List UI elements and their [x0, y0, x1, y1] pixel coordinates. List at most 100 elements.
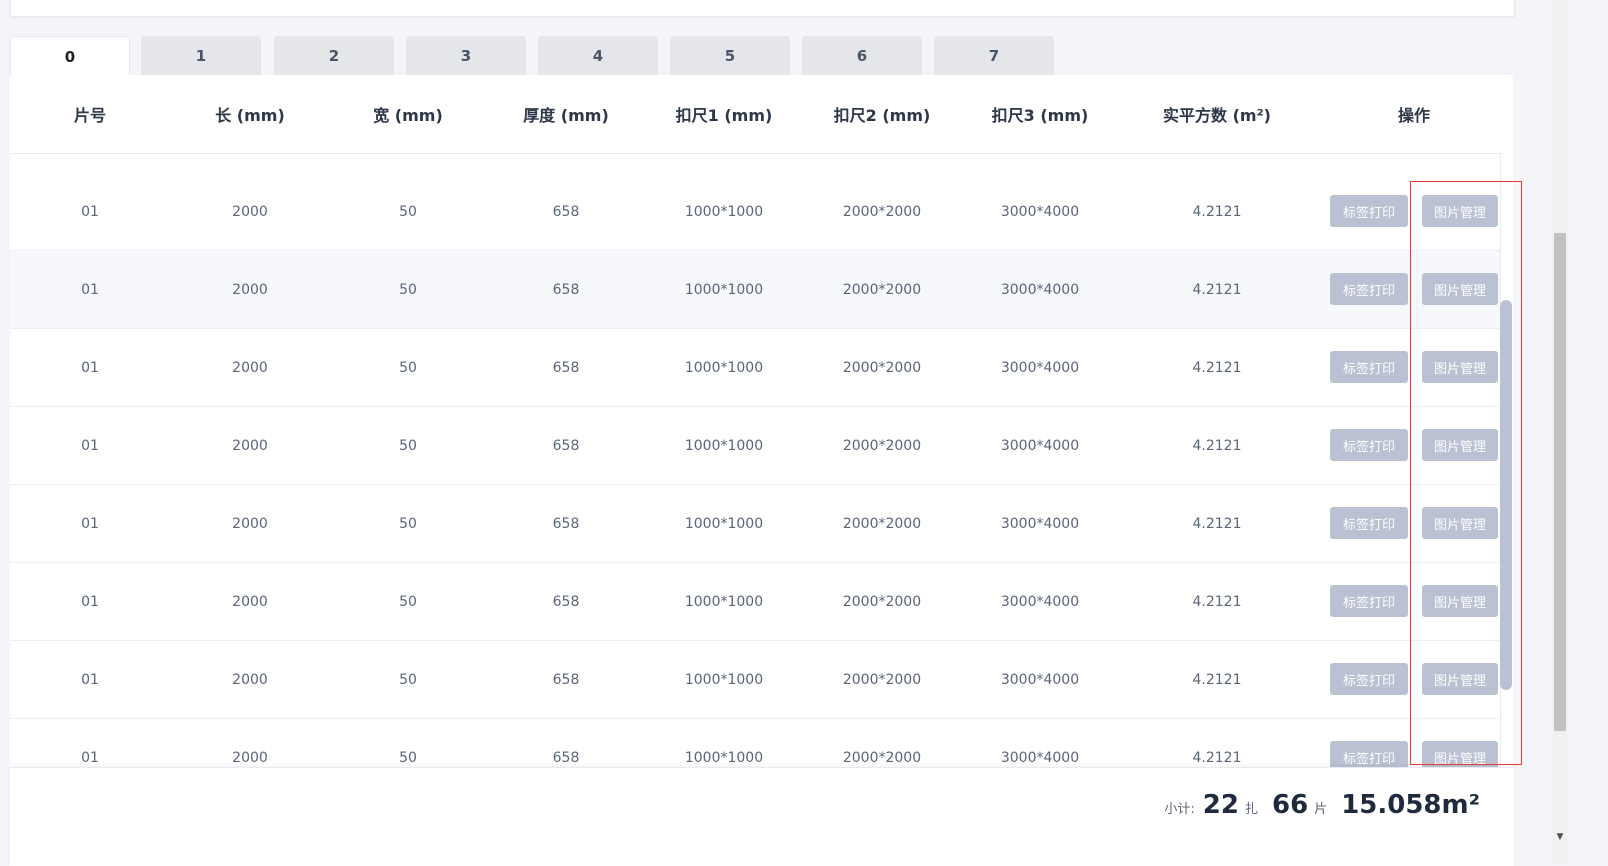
- table-header: 片号 长 (mm) 宽 (mm) 厚度 (mm) 扣尺1 (mm) 扣尺2 (mm) 扣尺3…: [10, 75, 1513, 154]
- data-table: 片号 长 (mm) 宽 (mm) 厚度 (mm) 扣尺1 (mm) 扣尺2 (mm) 扣尺3…: [10, 75, 1513, 767]
- cell-no: 01: [81, 437, 99, 454]
- image-manage-button[interactable]: 图片管理: [1422, 741, 1498, 767]
- tab-3[interactable]: 3: [406, 36, 526, 75]
- cell-cut3: 3000*4000: [1000, 515, 1080, 532]
- cell-width: 50: [399, 593, 417, 610]
- column-header: 实平方数 (m²): [1163, 106, 1271, 125]
- cell-cut1: 1000*1000: [684, 437, 764, 454]
- cell-cut2: 2000*2000: [842, 671, 922, 688]
- summary: 小计: 22 扎 66 片 15.058m²: [1164, 790, 1480, 820]
- label-print-button[interactable]: 标签打印: [1330, 741, 1408, 767]
- cell-cut3: 3000*4000: [1000, 437, 1080, 454]
- cell-thickness: 658: [552, 671, 580, 688]
- cell-thickness: 658: [552, 203, 580, 220]
- total-area: 15.058m²: [1341, 790, 1480, 820]
- image-manage-button[interactable]: 图片管理: [1422, 585, 1498, 617]
- cell-cut3: 3000*4000: [1000, 359, 1080, 376]
- image-manage-button[interactable]: 图片管理: [1422, 507, 1498, 539]
- cell-cut2: 2000*2000: [842, 281, 922, 298]
- cell-no: 01: [81, 515, 99, 532]
- table-row: 01 2000 50 658 1000*1000 2000*2000 3000*4000 4.…: [10, 251, 1500, 329]
- column-header: 长 (mm): [215, 106, 285, 125]
- cell-no: 01: [81, 281, 99, 298]
- table-row: 01 2000 50 658 1000*1000 2000*2000 3000*4000 4.…: [10, 485, 1500, 563]
- cell-area: 4.2121: [1192, 359, 1242, 376]
- image-manage-button[interactable]: 图片管理: [1422, 195, 1498, 227]
- tab-2[interactable]: 2: [274, 36, 394, 75]
- cell-length: 2000: [232, 437, 268, 454]
- cell-area: 4.2121: [1192, 593, 1242, 610]
- table-row: 01 2000 50 658 1000*1000 2000*2000 3000*4000 4.…: [10, 641, 1500, 719]
- tab-4[interactable]: 4: [538, 36, 658, 75]
- label-print-button[interactable]: 标签打印: [1330, 351, 1408, 383]
- cell-cut1: 1000*1000: [684, 593, 764, 610]
- label-print-button[interactable]: 标签打印: [1330, 507, 1408, 539]
- tab-1[interactable]: 1: [141, 36, 261, 75]
- table-row: 01 2000 50 658 1000*1000 2000*2000 3000*4000 4.…: [10, 329, 1500, 407]
- column-header: 片号: [73, 106, 106, 125]
- cell-width: 50: [399, 203, 417, 220]
- image-manage-button[interactable]: 图片管理: [1422, 273, 1498, 305]
- cell-cut2: 2000*2000: [842, 749, 922, 766]
- cell-width: 50: [399, 515, 417, 532]
- summary-label: 小计:: [1164, 802, 1195, 817]
- label-print-button[interactable]: 标签打印: [1330, 663, 1408, 695]
- cell-thickness: 658: [552, 437, 580, 454]
- cell-length: 2000: [232, 515, 268, 532]
- cell-no: 01: [81, 359, 99, 376]
- scroll-down-arrow-icon[interactable]: ▼: [1552, 830, 1568, 844]
- table-scrollbar-thumb[interactable]: [1500, 300, 1512, 690]
- image-manage-button[interactable]: 图片管理: [1422, 351, 1498, 383]
- cell-cut1: 1000*1000: [684, 671, 764, 688]
- column-header: 宽 (mm): [373, 106, 443, 125]
- column-header: 扣尺2 (mm): [833, 106, 931, 125]
- cell-cut3: 3000*4000: [1000, 749, 1080, 766]
- cell-cut2: 2000*2000: [842, 515, 922, 532]
- cell-thickness: 658: [552, 281, 580, 298]
- label-print-button[interactable]: 标签打印: [1330, 585, 1408, 617]
- cell-no: 01: [81, 203, 99, 220]
- piece-count: 66: [1271, 790, 1309, 820]
- image-manage-button[interactable]: 图片管理: [1422, 663, 1498, 695]
- cell-area: 4.2121: [1192, 671, 1242, 688]
- cell-thickness: 658: [552, 749, 580, 766]
- top-card: [10, 0, 1515, 17]
- table-row: 01 2000 50 658 1000*1000 2000*2000 3000*4000 4.…: [10, 563, 1500, 641]
- cell-width: 50: [399, 671, 417, 688]
- cell-length: 2000: [232, 203, 268, 220]
- cell-cut2: 2000*2000: [842, 203, 922, 220]
- cell-cut1: 1000*1000: [684, 515, 764, 532]
- cell-width: 50: [399, 437, 417, 454]
- summary-footer: 小计: 22 扎 66 片 15.058m²: [10, 767, 1514, 866]
- cell-length: 2000: [232, 749, 268, 766]
- table-row: 01 2000 50 658 1000*1000 2000*2000 3000*4000 4.…: [10, 173, 1500, 251]
- bundle-count: 22: [1202, 790, 1239, 820]
- column-header: 扣尺3 (mm): [991, 106, 1089, 125]
- tab-7[interactable]: 7: [934, 36, 1054, 75]
- cell-thickness: 658: [552, 593, 580, 610]
- cell-area: 4.2121: [1192, 437, 1242, 454]
- column-header: 操作: [1397, 106, 1430, 125]
- cell-thickness: 658: [552, 359, 580, 376]
- tab-0[interactable]: 0: [10, 36, 130, 76]
- table-row: 01 2000 50 658 1000*1000 2000*2000 3000*4000 4.…: [10, 719, 1500, 767]
- tab-5[interactable]: 5: [670, 36, 790, 75]
- page-scrollbar-thumb[interactable]: [1554, 233, 1566, 731]
- cell-area: 4.2121: [1192, 515, 1242, 532]
- cell-no: 01: [81, 593, 99, 610]
- cell-length: 2000: [232, 593, 268, 610]
- label-print-button[interactable]: 标签打印: [1330, 429, 1408, 461]
- label-print-button[interactable]: 标签打印: [1330, 195, 1408, 227]
- cell-cut2: 2000*2000: [842, 437, 922, 454]
- cell-cut3: 3000*4000: [1000, 203, 1080, 220]
- table-body: 01 2000 50 658 1000*1000 2000*2000 3000*4000 4.…: [10, 153, 1500, 767]
- cell-area: 4.2121: [1192, 281, 1242, 298]
- tab-6[interactable]: 6: [802, 36, 922, 75]
- image-manage-button[interactable]: 图片管理: [1422, 429, 1498, 461]
- cell-cut1: 1000*1000: [684, 281, 764, 298]
- cell-cut3: 3000*4000: [1000, 671, 1080, 688]
- column-header: 厚度 (mm): [523, 106, 609, 125]
- label-print-button[interactable]: 标签打印: [1330, 273, 1408, 305]
- cell-cut3: 3000*4000: [1000, 593, 1080, 610]
- cell-no: 01: [81, 671, 99, 688]
